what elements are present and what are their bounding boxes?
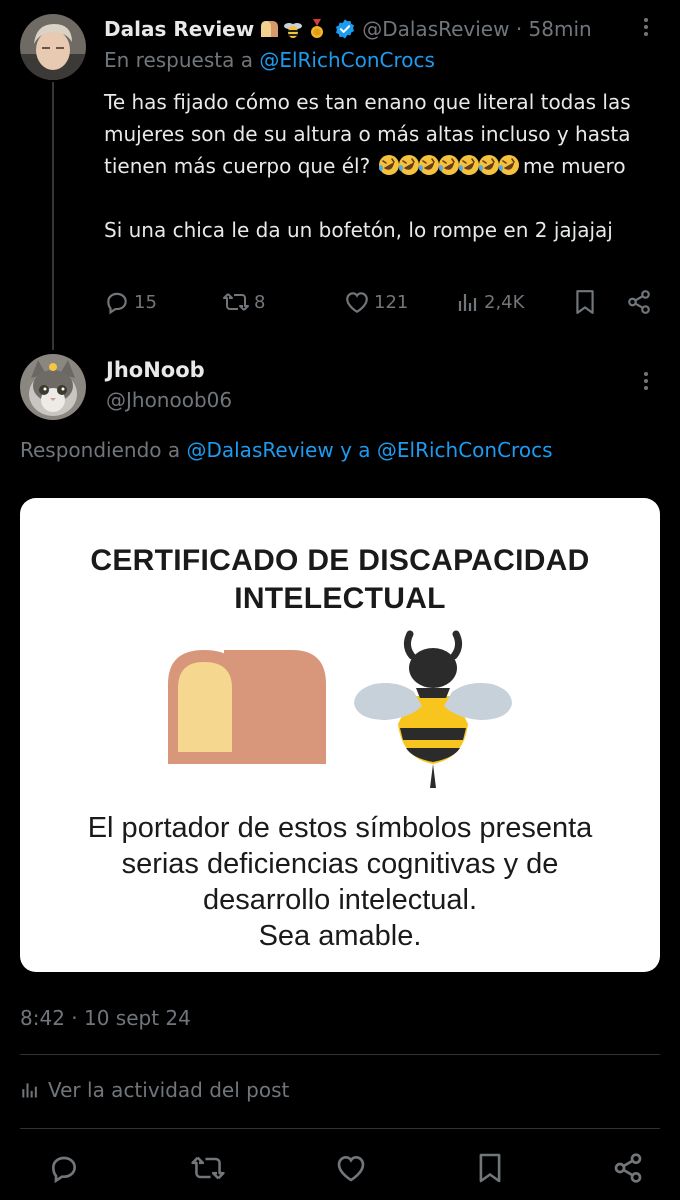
bookmark-icon <box>576 290 594 314</box>
more-options-icon[interactable] <box>644 18 648 36</box>
like-button[interactable]: 121 <box>344 290 456 314</box>
reply-handle-link[interactable]: @ElRichConCrocs <box>259 48 435 72</box>
avatar-jhonoob[interactable] <box>20 354 86 420</box>
post1-header: Dalas Review @DalasReview · 58min <box>104 14 592 44</box>
views-button[interactable]: 2,4K <box>456 290 574 314</box>
post1-text-line1-end: me muero <box>522 154 626 178</box>
post1-text: Te has fijado cómo es tan enano que lite… <box>104 86 666 246</box>
author-display-name-2[interactable]: JhoNoob <box>106 358 205 382</box>
repost-icon[interactable] <box>190 1152 226 1184</box>
reply-icon <box>107 292 127 315</box>
bee-emoji <box>284 23 303 38</box>
author-handle[interactable]: @DalasReview · 58min <box>362 17 592 41</box>
views-icon <box>458 294 477 311</box>
reply-count: 15 <box>134 291 157 313</box>
more-options-icon-2[interactable] <box>644 372 648 390</box>
post-activity-link[interactable]: Ver la actividad del post <box>20 1078 289 1102</box>
medal-emoji <box>311 19 324 38</box>
verified-badge-icon[interactable] <box>334 18 356 40</box>
reply-context: En respuesta a @ElRichConCrocs <box>104 48 435 72</box>
name-emojis <box>258 18 328 40</box>
repost-icon <box>223 293 249 311</box>
thread-connector <box>52 82 54 350</box>
share-icon[interactable] <box>612 1152 644 1184</box>
post-time: 58min <box>528 17 592 41</box>
post1-actions: 15 8 121 2,4K <box>104 286 654 318</box>
bread-emoji <box>261 21 279 37</box>
bee-icon <box>354 630 512 788</box>
certificate-body-line4: Sea amable. <box>258 920 422 952</box>
responding-handle-link-1[interactable]: @DalasReview <box>186 438 333 462</box>
share-icon <box>628 290 650 314</box>
certificate-body: El portador de estos símbolos presenta s… <box>20 810 660 954</box>
certificate-body-line1: El portador de estos símbolos presenta <box>87 812 593 844</box>
share-button[interactable] <box>626 289 652 315</box>
certificate-body-line3: desarrollo intelectual. <box>202 884 478 916</box>
bookmark-icon[interactable] <box>477 1152 503 1184</box>
divider-top <box>20 1054 660 1055</box>
heart-icon <box>346 292 368 314</box>
like-count: 121 <box>374 291 409 313</box>
certificate-title-line1: CERTIFICADO DE DISCAPACIDAD <box>90 544 590 577</box>
bread-icon <box>168 650 326 764</box>
author-display-name[interactable]: Dalas Review <box>104 17 254 41</box>
bookmark-button[interactable] <box>574 289 626 315</box>
post-timestamp[interactable]: 8:42 · 10 sept 24 <box>20 1006 191 1030</box>
avatar-dalas[interactable] <box>20 14 86 80</box>
views-count: 2,4K <box>484 291 525 313</box>
post1-text-line2: Si una chica le da un bofetón, lo rompe … <box>104 218 613 242</box>
laugh-emojis <box>377 154 519 178</box>
heart-icon[interactable] <box>335 1153 367 1183</box>
reply-button[interactable]: 15 <box>104 289 222 315</box>
repost-count: 8 <box>254 291 266 313</box>
activity-label: Ver la actividad del post <box>48 1078 290 1102</box>
certificate-title-line2: INTELECTUAL <box>234 582 446 615</box>
reply-icon[interactable] <box>48 1152 80 1184</box>
laughing-emoji <box>498 155 519 175</box>
repost-button[interactable]: 8 <box>222 289 344 315</box>
post-image[interactable]: CERTIFICADO DE DISCAPACIDAD INTELECTUAL … <box>20 498 660 972</box>
author-handle-2[interactable]: @Jhonoob06 <box>106 388 232 412</box>
post2-actions <box>48 1150 644 1186</box>
analytics-icon <box>22 1083 37 1098</box>
responding-handle-link-2[interactable]: @ElRichConCrocs <box>377 438 553 462</box>
certificate-body-line2: serias deficiencias cognitivas y de <box>121 848 559 880</box>
responding-context: Respondiendo a @DalasReview y a @ElRichC… <box>20 438 553 462</box>
divider-bottom <box>20 1128 660 1129</box>
